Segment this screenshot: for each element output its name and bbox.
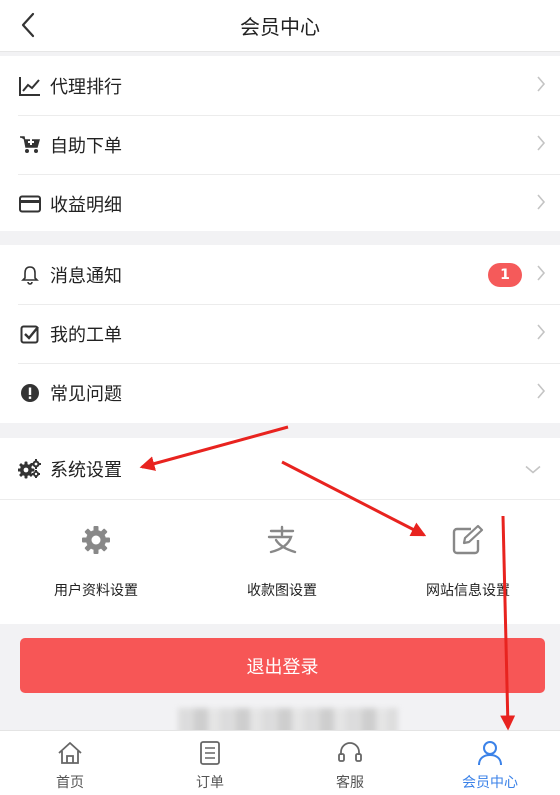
chevron-right-icon (536, 193, 546, 215)
menu-item-label: 收益明细 (50, 194, 122, 216)
home-icon (56, 739, 84, 767)
payment-qr-settings-button[interactable]: 收款图设置 (189, 500, 375, 624)
menu-item-my-tickets[interactable]: 我的工单 (0, 304, 560, 363)
menu-item-self-order[interactable]: 自助下单 (0, 115, 560, 174)
menu-item-label: 消息通知 (50, 265, 122, 287)
chevron-right-icon (536, 382, 546, 404)
tab-label: 订单 (196, 775, 224, 791)
chevron-right-icon (536, 264, 546, 286)
user-profile-settings-label: 用户资料设置 (54, 583, 138, 599)
tab-member-center[interactable]: 会员中心 (420, 731, 560, 795)
menu-item-label: 代理排行 (50, 76, 122, 98)
chevron-left-icon (21, 12, 35, 38)
tab-label: 会员中心 (462, 775, 518, 791)
website-info-settings-button[interactable]: 网站信息设置 (375, 500, 560, 624)
menu-item-label: 我的工单 (50, 324, 122, 346)
bell-icon (18, 263, 42, 287)
exclamation-icon (18, 381, 42, 405)
tab-customer-service[interactable]: 客服 (280, 731, 420, 795)
menu-item-agent-ranking[interactable]: 代理排行 (0, 56, 560, 115)
tab-home[interactable]: 首页 (0, 731, 140, 795)
settings-group: 系统设置 用户资料设置 收款图设置 网站信息设置 (0, 438, 560, 624)
checkbox-icon (18, 322, 42, 346)
edit-icon (450, 522, 486, 558)
logout-button[interactable]: 退出登录 (20, 638, 545, 693)
user-icon (476, 739, 504, 767)
tab-label: 客服 (336, 775, 364, 791)
system-settings-label: 系统设置 (50, 459, 122, 481)
back-button[interactable] (14, 10, 42, 40)
menu-group-1: 代理排行 自助下单 收益明细 (0, 56, 560, 231)
chevron-right-icon (536, 323, 546, 345)
menu-item-notifications[interactable]: 消息通知 1 (0, 245, 560, 304)
card-icon (18, 192, 42, 216)
page-title: 会员中心 (240, 15, 320, 39)
website-info-settings-label: 网站信息设置 (426, 583, 510, 599)
top-header: 会员中心 (0, 0, 560, 52)
alipay-icon (264, 522, 300, 558)
tab-orders[interactable]: 订单 (140, 731, 280, 795)
menu-item-faq[interactable]: 常见问题 (0, 363, 560, 422)
user-profile-settings-button[interactable]: 用户资料设置 (3, 500, 189, 624)
chevron-right-icon (536, 75, 546, 97)
trend-chart-icon (18, 74, 42, 98)
payment-qr-settings-label: 收款图设置 (247, 583, 317, 599)
menu-item-label: 常见问题 (50, 383, 122, 405)
notification-count-badge: 1 (488, 262, 522, 287)
tab-label: 首页 (56, 775, 84, 791)
cart-icon (18, 133, 42, 157)
document-icon (196, 739, 224, 767)
headset-icon (336, 739, 364, 767)
bottom-tabbar: 首页 订单 客服 会员中心 (0, 730, 560, 795)
settings-submenu: 用户资料设置 收款图设置 网站信息设置 (0, 500, 560, 624)
chevron-down-icon (524, 459, 542, 478)
gear-icon (78, 522, 114, 558)
menu-item-earnings-detail[interactable]: 收益明细 (0, 174, 560, 233)
menu-group-2: 消息通知 1 我的工单 常见问题 (0, 245, 560, 423)
chevron-right-icon (536, 134, 546, 156)
gears-icon (18, 457, 42, 481)
menu-item-label: 自助下单 (50, 135, 122, 157)
system-settings-row[interactable]: 系统设置 (0, 438, 560, 500)
